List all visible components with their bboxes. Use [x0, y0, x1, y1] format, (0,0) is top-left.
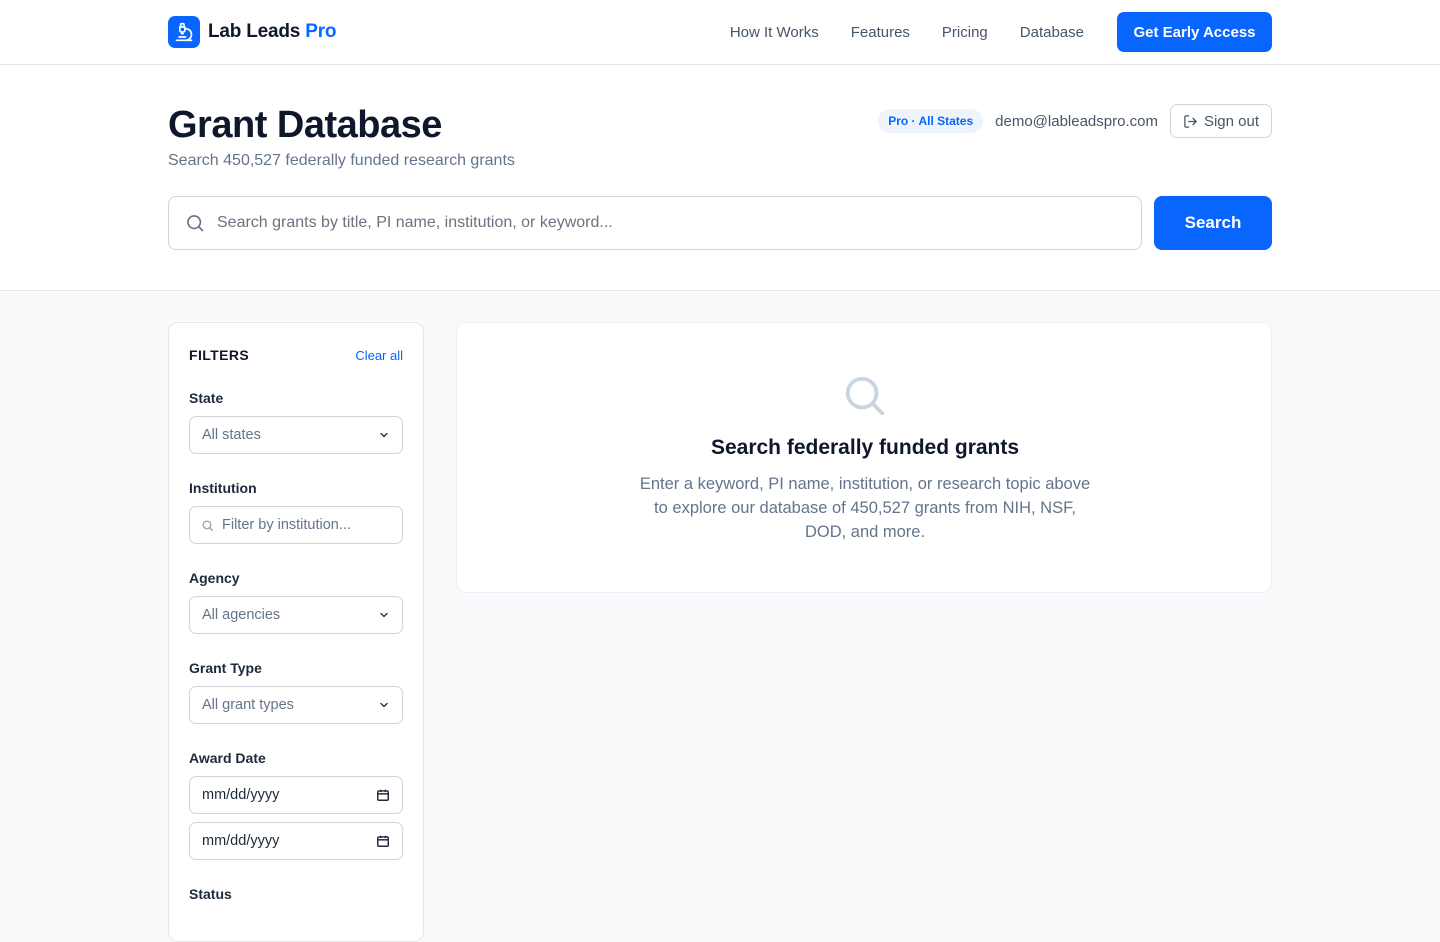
filters-header: FILTERS Clear all	[189, 347, 403, 363]
page-header: Grant Database Search 450,527 federally …	[0, 65, 1440, 291]
user-email: demo@lableadspro.com	[995, 112, 1158, 130]
account-area: Pro · All States demo@lableadspro.com Si…	[878, 104, 1272, 138]
search-icon	[187, 215, 204, 232]
results-panel: Search federally funded grants Enter a k…	[456, 322, 1272, 593]
agency-select-value: All agencies	[202, 607, 281, 623]
clear-all-link[interactable]: Clear all	[355, 348, 403, 363]
award-date-from-field[interactable]: mm/dd/yyyy	[189, 776, 403, 814]
state-label: State	[189, 390, 224, 406]
nav-link-features[interactable]: Features	[851, 24, 910, 41]
empty-state-text: Enter a keyword, PI name, institution, o…	[639, 475, 1091, 541]
grant-type-select-value: All grant types	[202, 697, 294, 713]
nav-link-how-it-works[interactable]: How It Works	[730, 24, 819, 41]
page-subtitle: Search 450,527 federally funded research…	[168, 152, 515, 169]
sign-out-icon	[1184, 114, 1197, 128]
agency-select[interactable]: All agencies	[189, 596, 403, 634]
sign-out-button[interactable]: Sign out	[1169, 104, 1272, 138]
grant-type-select[interactable]: All grant types	[189, 686, 403, 724]
state-select-value: All states	[202, 427, 261, 443]
nav-links: How It Works Features Pricing Database	[730, 0, 1084, 64]
search-icon	[845, 376, 885, 416]
chevron-down-icon	[380, 612, 388, 618]
search-input[interactable]	[217, 197, 1141, 249]
microscope-icon	[168, 16, 200, 48]
empty-state-title: Search federally funded grants	[710, 436, 1020, 459]
chevron-down-icon	[380, 702, 388, 708]
search-button[interactable]: Search	[1154, 196, 1272, 250]
award-date-to-field[interactable]: mm/dd/yyyy	[189, 822, 403, 860]
top-nav: Lab Leads Pro How It Works Features Pric…	[0, 0, 1440, 65]
nav-link-pricing[interactable]: Pricing	[942, 24, 988, 41]
sign-out-label: Sign out	[1203, 112, 1259, 130]
institution-placeholder: Filter by institution...	[222, 517, 351, 533]
filters-title: FILTERS	[189, 347, 250, 363]
award-date-label: Award Date	[189, 750, 266, 766]
filters-sidebar: FILTERS Clear all State All states Insti…	[168, 322, 424, 942]
agency-label: Agency	[189, 570, 240, 586]
brand-name: Lab Leads Pro	[208, 21, 337, 42]
award-date-from-value: mm/dd/yyyy	[202, 787, 280, 803]
grant-type-label: Grant Type	[189, 660, 262, 676]
get-early-access-button[interactable]: Get Early Access	[1117, 12, 1272, 52]
page-title: Grant Database	[168, 104, 442, 146]
institution-label: Institution	[189, 480, 257, 496]
calendar-icon[interactable]	[376, 788, 390, 802]
search-box[interactable]	[168, 196, 1142, 250]
state-select[interactable]: All states	[189, 416, 403, 454]
search-icon	[202, 519, 214, 531]
institution-field[interactable]: Filter by institution...	[189, 506, 403, 544]
calendar-icon[interactable]	[376, 834, 390, 848]
brand-accent: Pro	[305, 21, 337, 42]
award-date-to-value: mm/dd/yyyy	[202, 833, 280, 849]
brand-logo-link[interactable]: Lab Leads Pro	[168, 16, 337, 48]
plan-badge: Pro · All States	[878, 109, 984, 133]
chevron-down-icon	[380, 432, 388, 438]
nav-link-database[interactable]: Database	[1020, 24, 1084, 41]
